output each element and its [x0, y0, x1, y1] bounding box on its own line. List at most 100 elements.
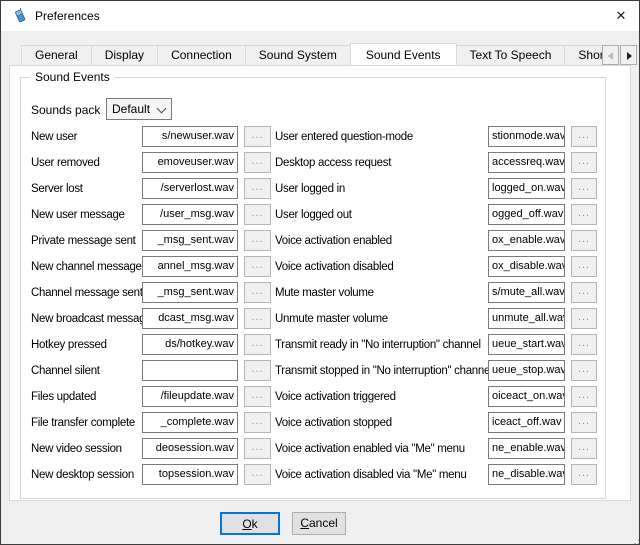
tab-scroll-right-button[interactable]	[620, 45, 637, 65]
sounds-pack-value: Default	[112, 102, 150, 116]
sound-file-input[interactable]: _msg_sent.wav	[142, 282, 238, 303]
event-label: New user	[31, 131, 77, 143]
sound-event-row: Private message sent_msg_sent.wav...Voic…	[21, 230, 605, 256]
sound-file-input[interactable]: topsession.wav	[142, 464, 238, 485]
ok-button[interactable]: Ok	[220, 512, 280, 535]
rows-container: New user s/newuser.wav... User entered que…	[21, 126, 605, 490]
sound-file-input[interactable]: _complete.wav	[142, 412, 238, 433]
sound-file-input[interactable]: ogged_off.wav	[488, 204, 565, 225]
sound-events-groupbox: Sound Events Sounds pack Default New use…	[20, 77, 606, 499]
sound-event-row: Server lost/serverlost.wav...User logged…	[21, 178, 605, 204]
event-label: Server lost	[31, 183, 83, 195]
sound-file-input[interactable]: stionmode.wav	[488, 126, 565, 147]
sound-file-input[interactable]: accessreq.wav	[488, 152, 565, 173]
browse-button[interactable]: ...	[244, 256, 271, 277]
browse-button[interactable]: ...	[244, 204, 271, 225]
sound-file-input[interactable]: /user_msg.wav	[142, 204, 238, 225]
sound-file-input[interactable]: _msg_sent.wav	[142, 230, 238, 251]
event-label: Files updated	[31, 391, 96, 403]
sounds-pack-label: Sounds pack	[31, 103, 100, 117]
browse-button[interactable]: ...	[244, 438, 271, 459]
sound-file-input[interactable]: unmute_all.wav	[488, 308, 565, 329]
sound-event-row: Channel silent... Transmit stopped in "No…	[21, 360, 605, 386]
sound-file-input[interactable]: ds/hotkey.wav	[142, 334, 238, 355]
tab-display[interactable]: Display	[91, 45, 158, 65]
sound-event-row: Hotkey pressedds/hotkey.wav...Transmit r…	[21, 334, 605, 360]
browse-button[interactable]: ...	[244, 360, 271, 381]
event-label: New video session	[31, 443, 122, 455]
sound-file-input[interactable]: ueue_stop.wav	[488, 360, 565, 381]
chevron-down-icon	[157, 104, 167, 114]
browse-button[interactable]: ...	[244, 126, 271, 147]
event-label: Channel silent	[31, 365, 100, 377]
sound-file-input[interactable]: iceact_off.wav	[488, 412, 565, 433]
browse-button[interactable]: ...	[244, 178, 271, 199]
sound-file-input[interactable]: emoveuser.wav	[142, 152, 238, 173]
event-label: Voice activation enabled via "Me" menu	[275, 443, 465, 455]
browse-button[interactable]: ...	[571, 126, 597, 147]
sound-file-input[interactable]: ox_enable.wav	[488, 230, 565, 251]
sound-file-input[interactable]: logged_on.wav	[488, 178, 565, 199]
browse-button[interactable]: ...	[571, 360, 597, 381]
sound-file-input[interactable]: ne_disable.wav	[488, 464, 565, 485]
event-label: Transmit stopped in "No interruption" ch…	[275, 365, 492, 377]
sound-file-input[interactable]: dcast_msg.wav	[142, 308, 238, 329]
tab-general[interactable]: General	[21, 45, 92, 65]
sound-file-input[interactable]: /fileupdate.wav	[142, 386, 238, 407]
sound-file-input[interactable]: ne_enable.wav	[488, 438, 565, 459]
browse-button[interactable]: ...	[244, 412, 271, 433]
sound-file-input[interactable]: ueue_start.wav	[488, 334, 565, 355]
event-label: Channel message sent	[31, 287, 143, 299]
event-label: Hotkey pressed	[31, 339, 107, 351]
sounds-pack-select[interactable]: Default	[106, 98, 172, 120]
event-label: User logged out	[275, 209, 352, 221]
browse-button[interactable]: ...	[571, 178, 597, 199]
close-icon[interactable]: ✕	[606, 1, 636, 31]
sound-file-input[interactable]: deosession.wav	[142, 438, 238, 459]
browse-button[interactable]: ...	[571, 438, 597, 459]
browse-button[interactable]: ...	[571, 256, 597, 277]
event-label: User entered question-mode	[275, 131, 413, 143]
sound-event-row: Channel message sent_msg_sent.wav... Mute…	[21, 282, 605, 308]
sound-file-input[interactable]	[142, 360, 238, 381]
event-label: New user message	[31, 209, 125, 221]
groupbox-title: Sound Events	[30, 70, 115, 84]
browse-button[interactable]: ...	[571, 204, 597, 225]
event-label: User removed	[31, 157, 100, 169]
tab-sound-system[interactable]: Sound System	[245, 45, 351, 65]
sound-file-input[interactable]: /serverlost.wav	[142, 178, 238, 199]
event-label: Mute master volume	[275, 287, 374, 299]
sound-file-input[interactable]: s/newuser.wav	[142, 126, 238, 147]
browse-button[interactable]: ...	[244, 386, 271, 407]
tab-connection[interactable]: Connection	[157, 45, 246, 65]
event-label: Unmute master volume	[275, 313, 388, 325]
browse-button[interactable]: ...	[244, 464, 271, 485]
sound-file-input[interactable]: oiceact_on.wav	[488, 386, 565, 407]
sound-event-row: User removedemoveuser.wav...Desktop acce…	[21, 152, 605, 178]
browse-button[interactable]: ...	[571, 464, 597, 485]
sound-file-input[interactable]: s/mute_all.wav	[488, 282, 565, 303]
tab-scroll-left-button[interactable]	[602, 45, 619, 65]
browse-button[interactable]: ...	[571, 412, 597, 433]
tab-sound-events[interactable]: Sound Events	[350, 43, 457, 65]
browse-button[interactable]: ...	[244, 334, 271, 355]
cancel-button[interactable]: Cancel	[292, 512, 346, 535]
browse-button[interactable]: ...	[244, 282, 271, 303]
tab-text-to-speech[interactable]: Text To Speech	[456, 45, 566, 65]
browse-button[interactable]: ...	[571, 386, 597, 407]
browse-button[interactable]: ...	[244, 308, 271, 329]
resize-grip[interactable]	[632, 537, 634, 539]
browse-button[interactable]: ...	[571, 152, 597, 173]
browse-button[interactable]: ...	[571, 334, 597, 355]
sound-file-input[interactable]: ox_disable.wav	[488, 256, 565, 277]
browse-button[interactable]: ...	[571, 230, 597, 251]
sound-event-row: New user s/newuser.wav... User entered que…	[21, 126, 605, 152]
event-label: Voice activation triggered	[275, 391, 396, 403]
browse-button[interactable]: ...	[244, 152, 271, 173]
browse-button[interactable]: ...	[571, 308, 597, 329]
browse-button[interactable]: ...	[244, 230, 271, 251]
sound-file-input[interactable]: annel_msg.wav	[142, 256, 238, 277]
browse-button[interactable]: ...	[571, 282, 597, 303]
event-label: New desktop session	[31, 469, 134, 481]
tab-bar: GeneralDisplayConnectionSound SystemSoun…	[9, 42, 638, 65]
